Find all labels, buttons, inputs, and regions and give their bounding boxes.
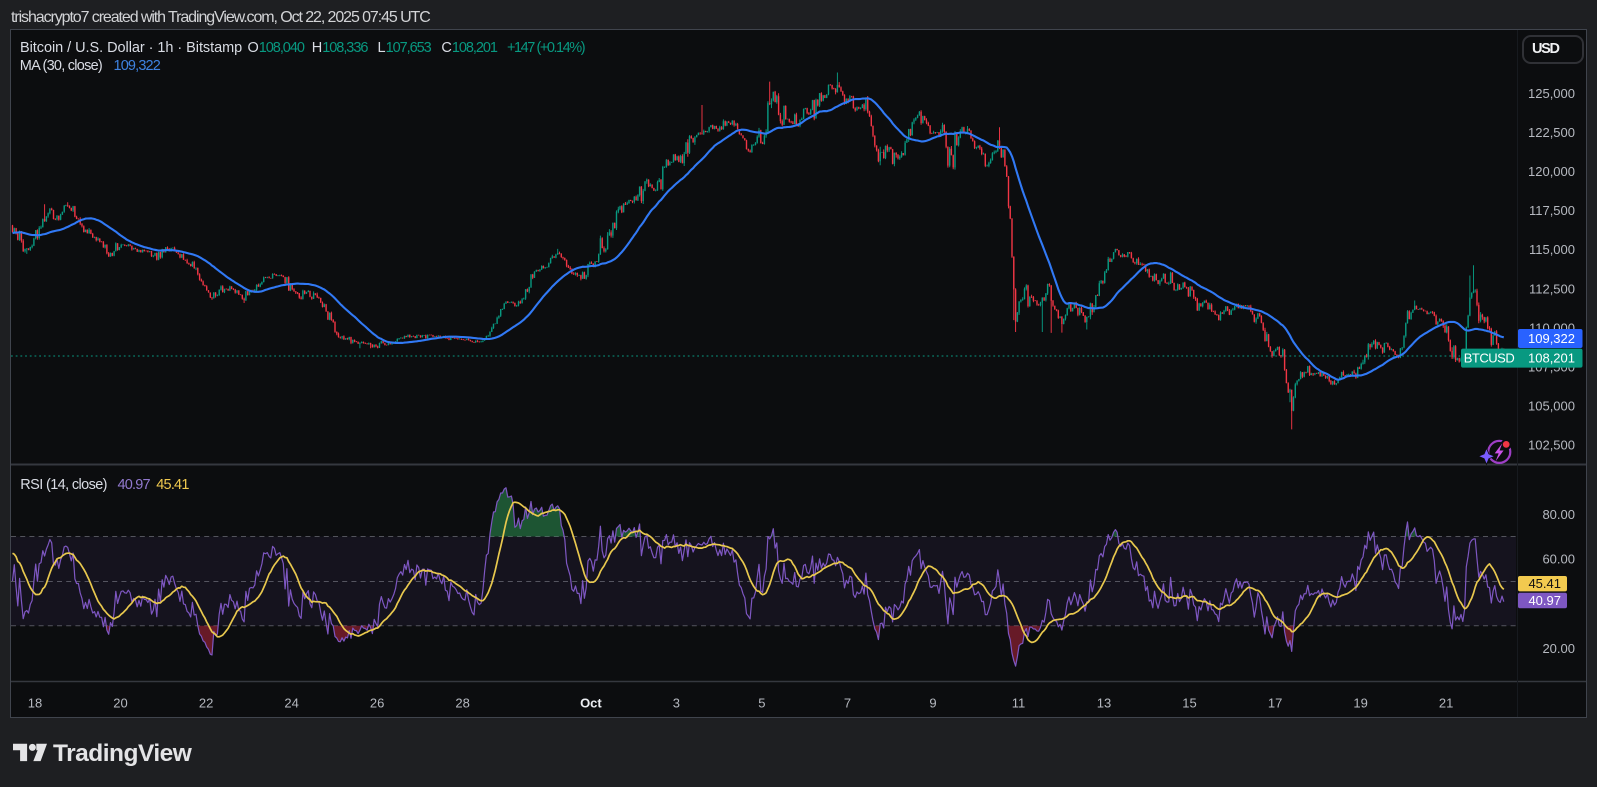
svg-text:60.00: 60.00 bbox=[1542, 552, 1575, 567]
svg-text:13: 13 bbox=[1097, 696, 1111, 711]
svg-text:40.97: 40.97 bbox=[1528, 593, 1561, 608]
svg-text:18: 18 bbox=[28, 696, 42, 711]
svg-text:26: 26 bbox=[370, 696, 384, 711]
svg-text:9: 9 bbox=[929, 696, 936, 711]
svg-text:115,000: 115,000 bbox=[1529, 242, 1575, 257]
svg-text:108,201: 108,201 bbox=[1528, 351, 1575, 366]
svg-text:105,000: 105,000 bbox=[1528, 399, 1575, 414]
svg-text:19: 19 bbox=[1353, 696, 1367, 711]
svg-text:20.00: 20.00 bbox=[1542, 641, 1575, 656]
svg-text:24: 24 bbox=[284, 696, 298, 711]
svg-text:80.00: 80.00 bbox=[1542, 507, 1575, 522]
svg-text:22: 22 bbox=[199, 696, 213, 711]
svg-text:112,500: 112,500 bbox=[1529, 281, 1575, 296]
svg-text:102,500: 102,500 bbox=[1528, 438, 1575, 453]
svg-text:7: 7 bbox=[844, 696, 851, 711]
svg-text:28: 28 bbox=[455, 696, 469, 711]
svg-text:TradingView: TradingView bbox=[53, 740, 193, 767]
svg-text:20: 20 bbox=[113, 696, 127, 711]
svg-text:15: 15 bbox=[1182, 696, 1196, 711]
svg-text:BTCUSD: BTCUSD bbox=[1464, 351, 1515, 366]
svg-text:120,000: 120,000 bbox=[1528, 164, 1575, 179]
svg-text:17: 17 bbox=[1268, 696, 1282, 711]
svg-text:109,322: 109,322 bbox=[1528, 331, 1575, 346]
svg-text:122,500: 122,500 bbox=[1528, 125, 1575, 140]
svg-text:125,000: 125,000 bbox=[1528, 86, 1575, 101]
svg-text:5: 5 bbox=[758, 696, 765, 711]
svg-text:45.41: 45.41 bbox=[1528, 576, 1561, 591]
svg-text:3: 3 bbox=[673, 696, 680, 711]
svg-text:117,500: 117,500 bbox=[1529, 203, 1575, 218]
svg-text:21: 21 bbox=[1439, 696, 1453, 711]
svg-text:11: 11 bbox=[1012, 696, 1026, 711]
svg-text:Oct: Oct bbox=[580, 696, 602, 711]
